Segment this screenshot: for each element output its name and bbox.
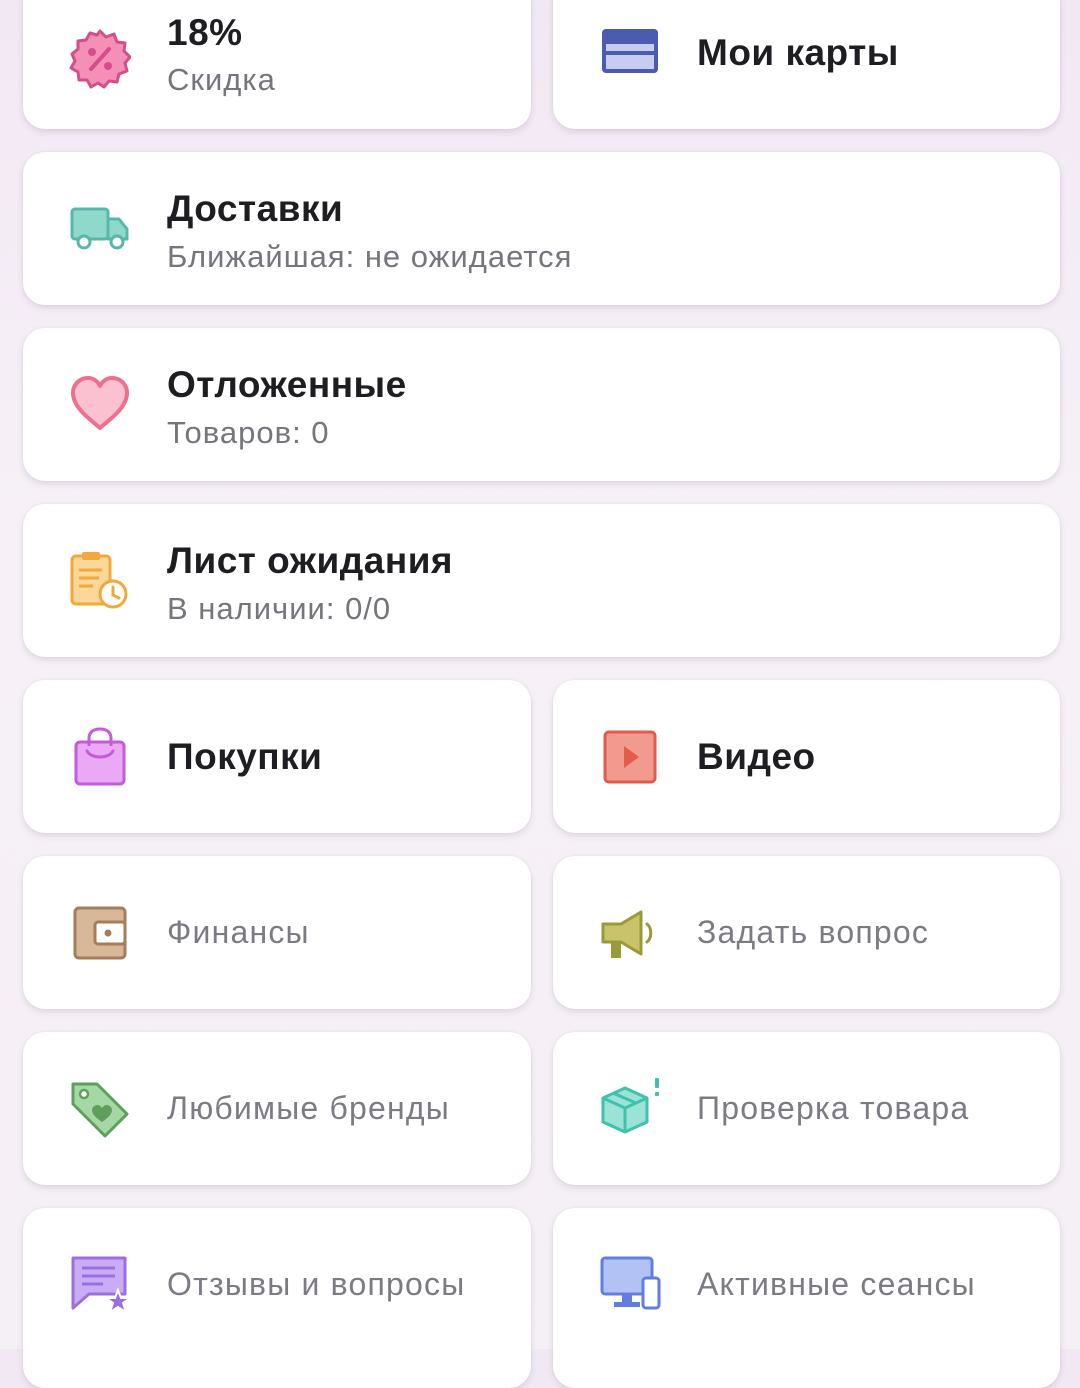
- favorites-card[interactable]: Отложенные Товаров: 0: [23, 328, 1060, 481]
- reviews-card[interactable]: Отзывы и вопросы: [23, 1208, 531, 1388]
- ask-question-card[interactable]: Задать вопрос: [553, 856, 1060, 1009]
- brands-title: Любимые бренды: [167, 1090, 450, 1126]
- product-check-card[interactable]: Проверка товара: [553, 1032, 1060, 1185]
- box-check-icon: [599, 1076, 661, 1138]
- deliveries-subtitle: Ближайшая: не ожидается: [167, 239, 573, 274]
- my-cards-card[interactable]: Мои карты: [553, 0, 1060, 129]
- active-sessions-card[interactable]: Активные сеансы: [553, 1208, 1060, 1388]
- megaphone-icon: [599, 902, 661, 964]
- product-check-title: Проверка товара: [697, 1090, 970, 1126]
- video-play-icon: [599, 726, 661, 788]
- waitlist-subtitle: В наличии: 0/0: [167, 591, 392, 626]
- favorites-title: Отложенные: [167, 364, 407, 405]
- deliveries-card[interactable]: Доставки Ближайшая: не ожидается: [23, 152, 1060, 305]
- video-title: Видео: [697, 736, 816, 777]
- reviews-title: Отзывы и вопросы: [167, 1266, 466, 1302]
- discount-value: 18%: [167, 12, 243, 53]
- ask-question-title: Задать вопрос: [697, 914, 930, 950]
- devices-icon: [599, 1254, 661, 1316]
- active-sessions-title: Активные сеансы: [697, 1266, 976, 1302]
- discount-card[interactable]: 18% Скидка: [23, 0, 531, 129]
- favorites-subtitle: Товаров: 0: [167, 415, 330, 450]
- purchases-title: Покупки: [167, 736, 323, 777]
- heart-icon: [69, 373, 131, 435]
- waitlist-title: Лист ожидания: [167, 540, 454, 581]
- discount-badge-icon: [69, 28, 131, 90]
- discount-label: Скидка: [167, 62, 276, 97]
- waitlist-card[interactable]: Лист ожидания В наличии: 0/0: [23, 504, 1060, 657]
- delivery-truck-icon: [69, 197, 131, 259]
- reviews-star-icon: [69, 1254, 131, 1316]
- wallet-icon: [69, 902, 131, 964]
- finance-card[interactable]: Финансы: [23, 856, 531, 1009]
- finance-title: Финансы: [167, 914, 310, 950]
- credit-card-icon: [599, 20, 661, 82]
- deliveries-title: Доставки: [167, 188, 344, 229]
- brands-card[interactable]: Любимые бренды: [23, 1032, 531, 1185]
- purchases-card[interactable]: Покупки: [23, 680, 531, 833]
- clipboard-clock-icon: [69, 550, 131, 612]
- video-card[interactable]: Видео: [553, 680, 1060, 833]
- shopping-bag-icon: [69, 726, 131, 788]
- tag-heart-icon: [69, 1078, 131, 1140]
- my-cards-title: Мои карты: [697, 32, 899, 73]
